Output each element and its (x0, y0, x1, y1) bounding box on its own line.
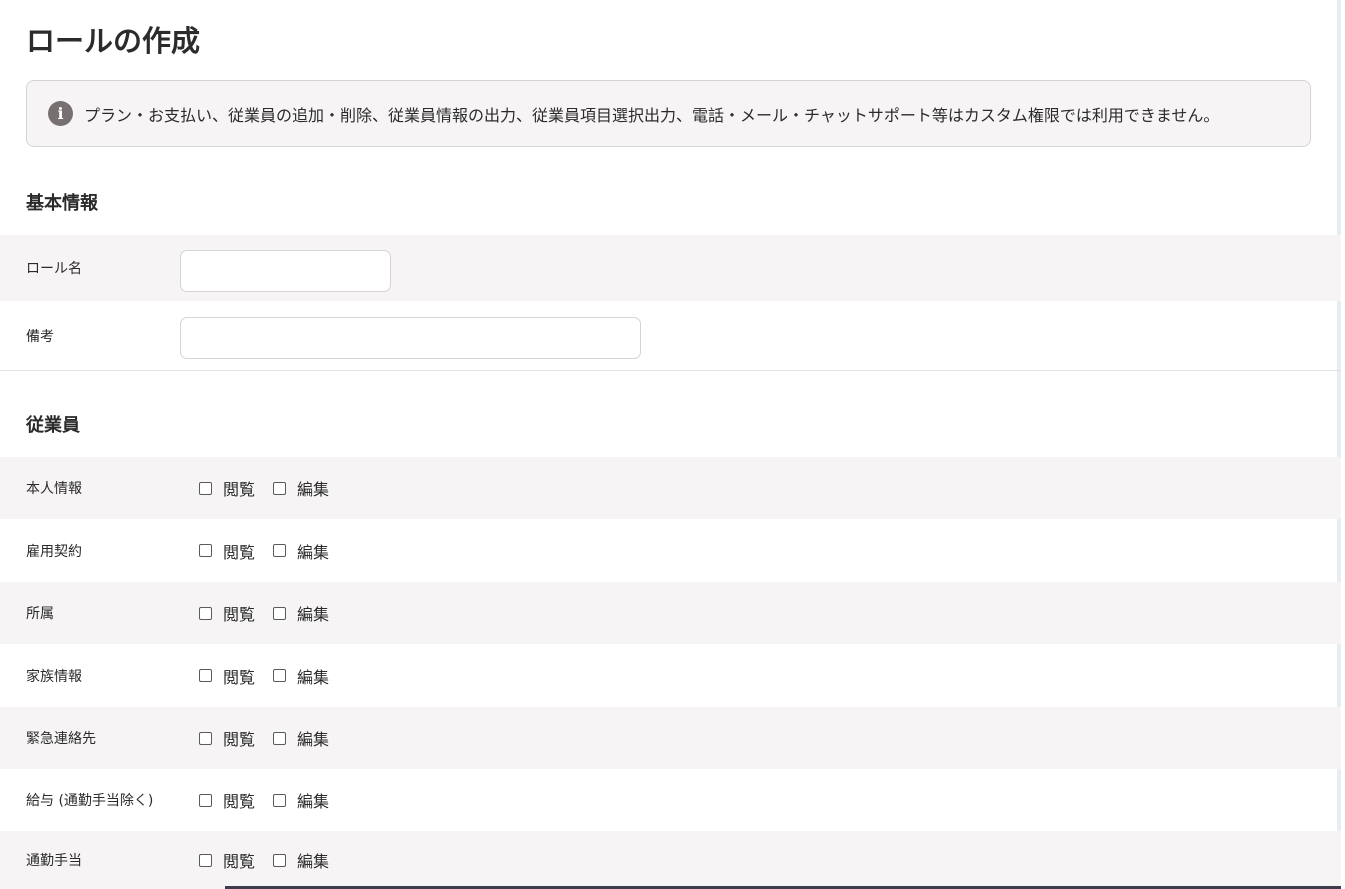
permission-row-label: 所属 (26, 606, 54, 622)
permission-options: 閲覧 編集 (199, 664, 347, 688)
view-permission[interactable]: 閲覧 (199, 788, 255, 812)
permission-options: 閲覧 編集 (199, 726, 347, 750)
edit-permission[interactable]: 編集 (273, 848, 329, 872)
edit-permission[interactable]: 編集 (273, 539, 329, 563)
view-checkbox[interactable] (199, 669, 212, 682)
view-permission[interactable]: 閲覧 (199, 664, 255, 688)
view-checkbox[interactable] (199, 731, 212, 745)
role-name-label: ロール名 (26, 261, 82, 277)
view-permission[interactable]: 閲覧 (199, 726, 255, 750)
view-permission[interactable]: 閲覧 (199, 476, 255, 500)
edit-label: 編集 (297, 667, 330, 687)
edit-checkbox[interactable] (273, 606, 287, 620)
view-permission[interactable]: 閲覧 (199, 601, 255, 625)
permission-row: 緊急連絡先 閲覧 編集 (0, 707, 1341, 769)
view-label: 閲覧 (223, 792, 256, 811)
form-row-note: 備考 (0, 301, 1341, 370)
permission-row-label: 本人情報 (26, 481, 82, 497)
permission-row-label: 緊急連絡先 (26, 731, 96, 747)
view-checkbox[interactable] (199, 853, 212, 867)
permission-row: 通勤手当 閲覧 編集 (0, 831, 1341, 889)
section-heading-basic-info: 基本情報 (26, 193, 98, 214)
edit-checkbox[interactable] (273, 793, 287, 807)
form-row-role-name: ロール名 (0, 235, 1341, 301)
edit-permission[interactable]: 編集 (273, 664, 329, 688)
section-heading-employee: 従業員 (26, 415, 80, 436)
view-checkbox[interactable] (199, 481, 212, 495)
permission-options: 閲覧 編集 (199, 601, 347, 625)
edit-label: 編集 (297, 730, 330, 749)
permission-row: 家族情報 閲覧 編集 (0, 644, 1341, 707)
section-divider (0, 370, 1341, 371)
view-permission[interactable]: 閲覧 (199, 539, 255, 563)
permission-row: 本人情報 閲覧 編集 (0, 457, 1341, 519)
edit-checkbox[interactable] (273, 669, 287, 682)
view-checkbox[interactable] (199, 793, 212, 807)
page: ロールの作成 i プラン・お支払い、従業員の追加・削除、従業員情報の出力、従業員… (0, 0, 1341, 889)
edit-permission[interactable]: 編集 (273, 788, 329, 812)
permission-options: 閲覧 編集 (199, 476, 347, 500)
edit-permission[interactable]: 編集 (273, 726, 329, 750)
edit-checkbox[interactable] (273, 544, 287, 557)
permission-options: 閲覧 編集 (199, 848, 347, 872)
permission-row-label: 雇用契約 (26, 543, 82, 560)
edit-label: 編集 (297, 542, 330, 562)
edit-label: 編集 (297, 852, 330, 871)
permission-row: 給与 (通勤手当除く) 閲覧 編集 (0, 769, 1341, 831)
view-label: 閲覧 (223, 730, 256, 749)
edit-label: 編集 (297, 605, 330, 624)
view-checkbox[interactable] (199, 544, 212, 557)
permission-row: 所属 閲覧 編集 (0, 582, 1341, 644)
view-label: 閲覧 (223, 852, 256, 871)
view-label: 閲覧 (223, 480, 256, 499)
permission-options: 閲覧 編集 (199, 539, 347, 563)
note-input[interactable] (180, 317, 641, 359)
permission-row-label: 家族情報 (26, 668, 82, 685)
edit-permission[interactable]: 編集 (273, 601, 329, 625)
permission-row: 雇用契約 閲覧 編集 (0, 519, 1341, 582)
permission-row-label: 通勤手当 (26, 853, 82, 869)
edit-label: 編集 (297, 480, 330, 499)
info-icon: i (48, 101, 73, 126)
edit-checkbox[interactable] (273, 853, 287, 867)
view-permission[interactable]: 閲覧 (199, 848, 255, 872)
view-label: 閲覧 (223, 605, 256, 624)
info-notice: i プラン・お支払い、従業員の追加・削除、従業員情報の出力、従業員項目選択出力、… (26, 80, 1311, 147)
edit-checkbox[interactable] (273, 481, 287, 495)
note-label: 備考 (26, 328, 54, 345)
view-checkbox[interactable] (199, 606, 212, 620)
view-label: 閲覧 (223, 667, 256, 687)
permission-options: 閲覧 編集 (199, 788, 347, 812)
notice-text: プラン・お支払い、従業員の追加・削除、従業員情報の出力、従業員項目選択出力、電話… (84, 105, 1220, 125)
permission-row-label: 給与 (通勤手当除く) (26, 793, 154, 809)
role-name-input[interactable] (180, 250, 391, 292)
edit-label: 編集 (297, 792, 330, 811)
page-title: ロールの作成 (26, 24, 201, 58)
view-label: 閲覧 (223, 542, 256, 562)
edit-permission[interactable]: 編集 (273, 476, 329, 500)
edit-checkbox[interactable] (273, 731, 287, 745)
